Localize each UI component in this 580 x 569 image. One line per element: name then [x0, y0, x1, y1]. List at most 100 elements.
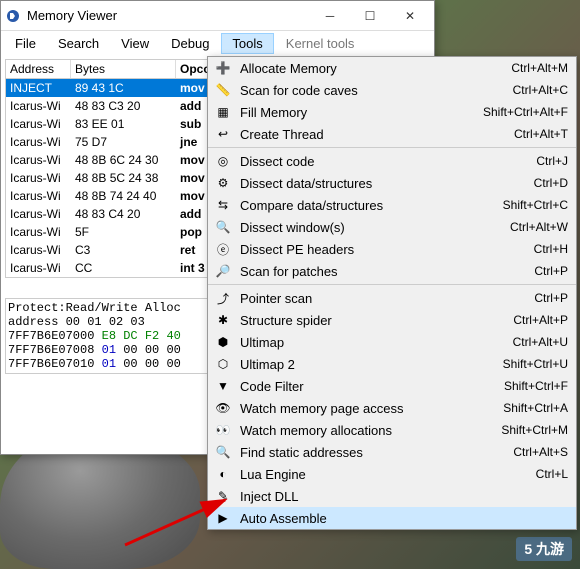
menu-view[interactable]: View: [111, 34, 159, 53]
cell-address: Icarus-Wi: [6, 151, 71, 169]
menu-label: Ultimap: [234, 335, 513, 350]
menu-item-dissect-window-s-[interactable]: 🔍Dissect window(s)Ctrl+Alt+W: [208, 216, 576, 238]
menu-file[interactable]: File: [5, 34, 46, 53]
menu-tools[interactable]: Tools: [221, 33, 273, 54]
menu-separator: [208, 284, 576, 285]
lua-icon: ◐: [212, 466, 234, 482]
menu-item-lua-engine[interactable]: ◐Lua EngineCtrl+L: [208, 463, 576, 485]
menu-shortcut: Shift+Ctrl+Alt+F: [483, 105, 568, 119]
maximize-button[interactable]: ☐: [350, 2, 390, 30]
menu-label: Find static addresses: [234, 445, 513, 460]
menu-item-fill-memory[interactable]: ▦Fill MemoryShift+Ctrl+Alt+F: [208, 101, 576, 123]
ultimap-icon: ⬢: [212, 334, 234, 350]
menu-label: Watch memory page access: [234, 401, 503, 416]
menu-item-dissect-data-structures[interactable]: ⚙Dissect data/structuresCtrl+D: [208, 172, 576, 194]
menu-label: Pointer scan: [234, 291, 534, 306]
menu-item-find-static-addresses[interactable]: 🔍Find static addressesCtrl+Alt+S: [208, 441, 576, 463]
menu-label: Scan for code caves: [234, 83, 513, 98]
menu-label: Auto Assemble: [234, 511, 568, 526]
menu-label: Compare data/structures: [234, 198, 503, 213]
cell-bytes: 48 83 C4 20: [71, 205, 176, 223]
menu-item-auto-assemble[interactable]: ▶Auto Assemble: [208, 507, 576, 529]
cell-address: Icarus-Wi: [6, 133, 71, 151]
cell-bytes: 75 D7: [71, 133, 176, 151]
menu-item-pointer-scan[interactable]: ⤴Pointer scanCtrl+P: [208, 287, 576, 309]
menu-label: Allocate Memory: [234, 61, 511, 76]
menu-shortcut: Ctrl+Alt+P: [513, 313, 568, 327]
window-title: Memory Viewer: [27, 8, 310, 23]
menu-label: Watch memory allocations: [234, 423, 501, 438]
menu-item-ultimap-2[interactable]: ⬡Ultimap 2Shift+Ctrl+U: [208, 353, 576, 375]
cell-bytes: 89 43 1C: [71, 79, 176, 97]
menu-debug[interactable]: Debug: [161, 34, 219, 53]
cell-address: Icarus-Wi: [6, 187, 71, 205]
app-icon: [5, 8, 21, 24]
menu-item-allocate-memory[interactable]: ➕Allocate MemoryCtrl+Alt+M: [208, 57, 576, 79]
menu-search[interactable]: Search: [48, 34, 109, 53]
menu-item-code-filter[interactable]: ▼Code FilterShift+Ctrl+F: [208, 375, 576, 397]
cell-address: Icarus-Wi: [6, 169, 71, 187]
col-address-header[interactable]: Address: [6, 60, 71, 78]
menu-label: Ultimap 2: [234, 357, 503, 372]
cell-address: Icarus-Wi: [6, 205, 71, 223]
menu-label: Scan for patches: [234, 264, 534, 279]
menu-label: Dissect window(s): [234, 220, 510, 235]
menu-shortcut: Ctrl+P: [534, 264, 568, 278]
cell-bytes: 83 EE 01: [71, 115, 176, 133]
cell-bytes: 48 83 C3 20: [71, 97, 176, 115]
menu-shortcut: Ctrl+D: [534, 176, 568, 190]
menu-item-compare-data-structures[interactable]: ⇆Compare data/structuresShift+Ctrl+C: [208, 194, 576, 216]
annotation-arrow: [120, 490, 240, 550]
menu-shortcut: Shift+Ctrl+F: [504, 379, 568, 393]
scan-icon: 🔎: [212, 263, 234, 279]
struct-icon: ⚙: [212, 175, 234, 191]
menu-label: Code Filter: [234, 379, 504, 394]
menu-shortcut: Ctrl+Alt+U: [513, 335, 568, 349]
ruler-icon: 📏: [212, 82, 234, 98]
menu-item-scan-for-code-caves[interactable]: 📏Scan for code cavesCtrl+Alt+C: [208, 79, 576, 101]
tools-dropdown: ➕Allocate MemoryCtrl+Alt+M📏Scan for code…: [207, 56, 577, 530]
pointer-icon: ⤴: [212, 290, 234, 306]
menu-item-dissect-code[interactable]: ◎Dissect codeCtrl+J: [208, 150, 576, 172]
menu-item-watch-memory-page-access[interactable]: 👁Watch memory page accessShift+Ctrl+A: [208, 397, 576, 419]
menu-shortcut: Shift+Ctrl+C: [503, 198, 568, 212]
menu-shortcut: Shift+Ctrl+U: [503, 357, 568, 371]
thread-icon: ↩: [212, 126, 234, 142]
window-controls: ─ ☐ ✕: [310, 2, 430, 30]
menu-item-create-thread[interactable]: ↩Create ThreadCtrl+Alt+T: [208, 123, 576, 145]
compare-icon: ⇆: [212, 197, 234, 213]
menu-label: Structure spider: [234, 313, 513, 328]
titlebar[interactable]: Memory Viewer ─ ☐ ✕: [1, 1, 434, 31]
menu-kernel-tools[interactable]: Kernel tools: [276, 34, 365, 53]
cell-address: Icarus-Wi: [6, 115, 71, 133]
spider-icon: ✱: [212, 312, 234, 328]
cell-bytes: 48 8B 6C 24 30: [71, 151, 176, 169]
cell-address: Icarus-Wi: [6, 241, 71, 259]
menu-item-dissect-pe-headers[interactable]: ⓔDissect PE headersCtrl+H: [208, 238, 576, 260]
cell-bytes: 48 8B 74 24 40: [71, 187, 176, 205]
menu-label: Dissect code: [234, 154, 536, 169]
menu-shortcut: Ctrl+Alt+S: [513, 445, 568, 459]
col-bytes-header[interactable]: Bytes: [71, 60, 176, 78]
cell-address: Icarus-Wi: [6, 97, 71, 115]
window-icon: 🔍: [212, 219, 234, 235]
menu-label: Inject DLL: [234, 489, 568, 504]
cell-bytes: 5F: [71, 223, 176, 241]
menu-separator: [208, 147, 576, 148]
close-button[interactable]: ✕: [390, 2, 430, 30]
menu-item-structure-spider[interactable]: ✱Structure spiderCtrl+Alt+P: [208, 309, 576, 331]
menu-shortcut: Ctrl+J: [536, 154, 568, 168]
menu-shortcut: Ctrl+L: [536, 467, 568, 481]
minimize-button[interactable]: ─: [310, 2, 350, 30]
menu-item-inject-dll[interactable]: ✎Inject DLL: [208, 485, 576, 507]
fill-icon: ▦: [212, 104, 234, 120]
menu-shortcut: Shift+Ctrl+M: [501, 423, 568, 437]
filter-icon: ▼: [212, 378, 234, 394]
cell-bytes: CC: [71, 259, 176, 277]
cell-bytes: C3: [71, 241, 176, 259]
menu-item-watch-memory-allocations[interactable]: 👀Watch memory allocationsShift+Ctrl+M: [208, 419, 576, 441]
menu-item-ultimap[interactable]: ⬢UltimapCtrl+Alt+U: [208, 331, 576, 353]
dissect-icon: ◎: [212, 153, 234, 169]
menu-item-scan-for-patches[interactable]: 🔎Scan for patchesCtrl+P: [208, 260, 576, 282]
menu-label: Lua Engine: [234, 467, 536, 482]
